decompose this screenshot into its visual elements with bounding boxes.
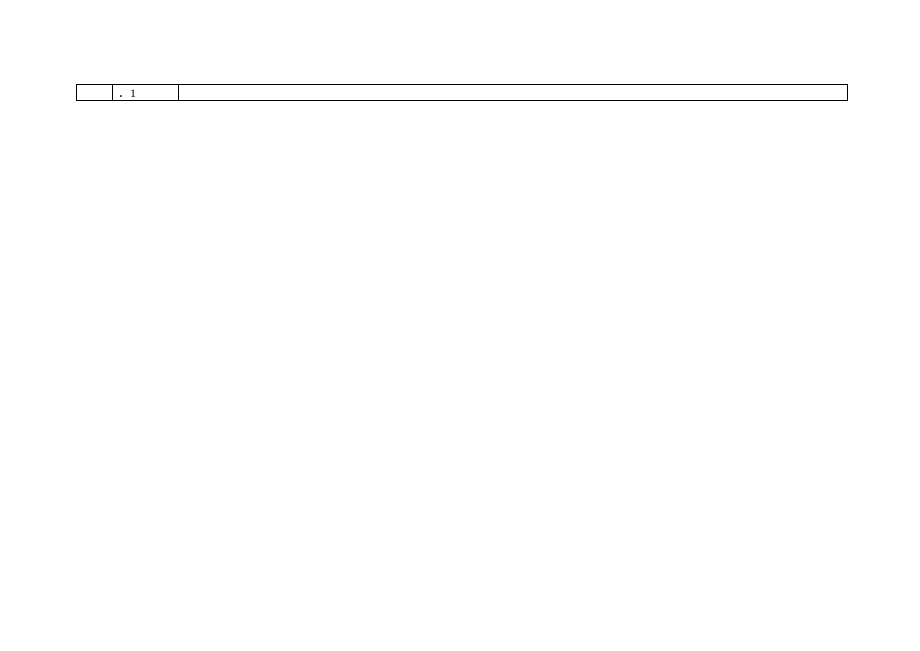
cell-2-text: ．1 xyxy=(118,87,136,99)
table-cell-3 xyxy=(179,85,847,100)
table-cell-2: ．1 xyxy=(113,85,179,100)
table-row: ．1 xyxy=(76,84,848,101)
table-cell-1 xyxy=(77,85,113,100)
